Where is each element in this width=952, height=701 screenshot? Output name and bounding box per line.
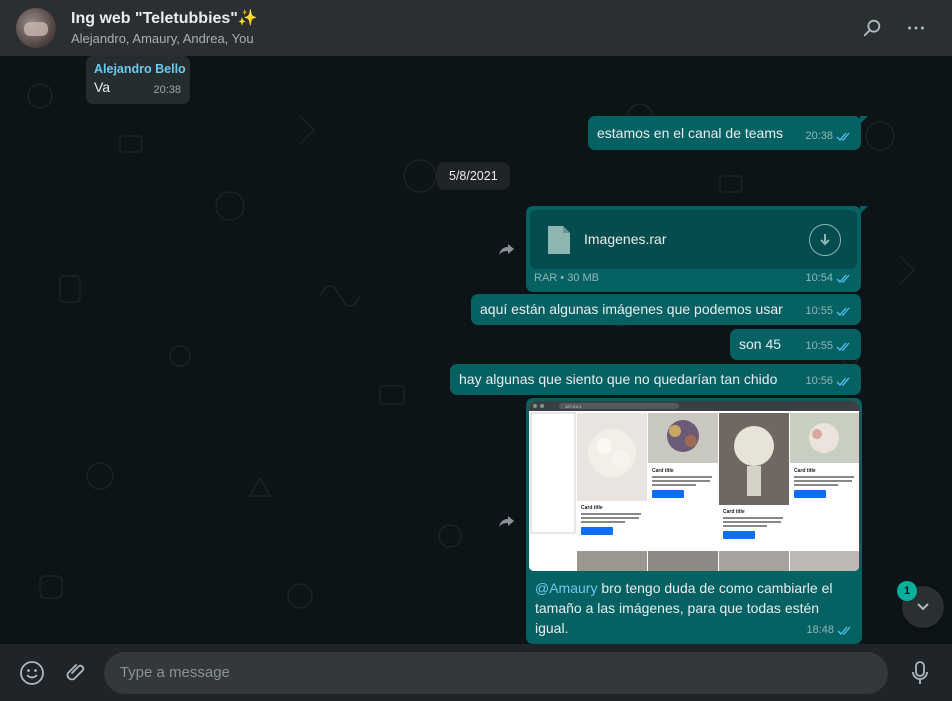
time-label: 10:55 <box>805 305 833 317</box>
time-label: 18:48 <box>806 624 834 636</box>
double-check-icon <box>836 132 850 141</box>
time-label: 20:38 <box>153 84 181 96</box>
file-attachment[interactable]: Imagenes.rar <box>530 210 857 269</box>
menu-dots-icon[interactable] <box>896 8 936 48</box>
attach-icon[interactable] <box>54 651 98 695</box>
message-text: Va <box>94 79 111 95</box>
card-title: Card title <box>652 468 674 474</box>
forward-icon[interactable] <box>497 239 517 259</box>
message-text: hay algunas que siento que no quedarían … <box>459 371 778 387</box>
message-outgoing[interactable]: aquí están algunas imágenes que podemos … <box>471 294 861 325</box>
double-check-icon <box>836 307 850 316</box>
file-meta: RAR • 30 MB <box>534 272 599 284</box>
time-label: 10:54 <box>805 272 833 284</box>
message-outgoing[interactable]: estamos en el canal de teams 20:38 <box>588 116 868 150</box>
forward-icon[interactable] <box>497 511 517 531</box>
file-icon <box>548 225 570 254</box>
composer-bar <box>0 644 952 701</box>
card-title: Card title <box>794 468 816 474</box>
screenshot-thumbnail: 127.0.0.1 Card title Card title Card tit… <box>529 401 859 571</box>
message-time: 20:38 <box>153 81 181 100</box>
mention-link[interactable]: @Amaury <box>535 580 597 596</box>
date-divider: 5/8/2021 <box>437 162 510 190</box>
message-input[interactable] <box>103 651 889 694</box>
message-file[interactable]: Imagenes.rar RAR • 30 MB 10:54 <box>526 206 868 292</box>
chat-participants: Alejandro, Amaury, Andrea, You <box>71 30 254 46</box>
message-outgoing[interactable]: hay algunas que siento que no quedarían … <box>450 364 861 395</box>
chevron-down-icon <box>917 603 929 611</box>
double-check-icon <box>836 342 850 351</box>
message-time: 10:55 <box>805 302 852 321</box>
card-title: Card title <box>581 505 603 511</box>
message-time: 10:54 <box>805 269 852 288</box>
download-icon[interactable] <box>809 223 841 256</box>
time-label: 20:38 <box>805 130 833 142</box>
time-label: 10:56 <box>805 375 833 387</box>
unread-badge: 1 <box>897 581 917 601</box>
message-outgoing[interactable]: son 45 10:55 <box>730 329 861 360</box>
file-name: Imagenes.rar <box>584 231 667 247</box>
image-preview[interactable]: 127.0.0.1 Card title Card title Card tit… <box>529 401 859 571</box>
double-check-icon <box>836 274 850 283</box>
message-list[interactable]: Alejandro Bello Va 20:38 estamos en el c… <box>0 56 952 644</box>
chat-header: Ing web "Teletubbies"✨ Alejandro, Amaury… <box>0 0 952 56</box>
message-text: son 45 <box>739 336 782 352</box>
message-time: 10:55 <box>805 337 852 356</box>
message-time: 18:48 <box>806 621 853 640</box>
group-avatar[interactable] <box>16 8 56 48</box>
time-label: 10:55 <box>805 340 833 352</box>
double-check-icon <box>836 377 850 386</box>
chat-title: Ing web "Teletubbies"✨ <box>71 9 258 27</box>
chat-info[interactable]: Ing web "Teletubbies"✨ Alejandro, Amaury… <box>71 9 848 48</box>
card-title: Card title <box>723 509 745 515</box>
microphone-icon[interactable] <box>898 651 942 695</box>
preview-url: 127.0.0.1 <box>565 404 582 409</box>
message-text: estamos en el canal de teams <box>597 125 783 141</box>
message-image[interactable]: 127.0.0.1 Card title Card title Card tit… <box>526 398 862 644</box>
message-text: aquí están algunas imágenes que podemos … <box>480 301 783 317</box>
double-check-icon <box>837 626 851 635</box>
search-icon[interactable] <box>852 8 892 48</box>
message-time: 10:56 <box>805 372 852 391</box>
sender-name[interactable]: Alejandro Bello <box>94 60 186 79</box>
emoji-icon[interactable] <box>10 651 54 695</box>
message-incoming[interactable]: Alejandro Bello Va 20:38 <box>86 56 190 104</box>
message-time: 20:38 <box>805 127 852 146</box>
